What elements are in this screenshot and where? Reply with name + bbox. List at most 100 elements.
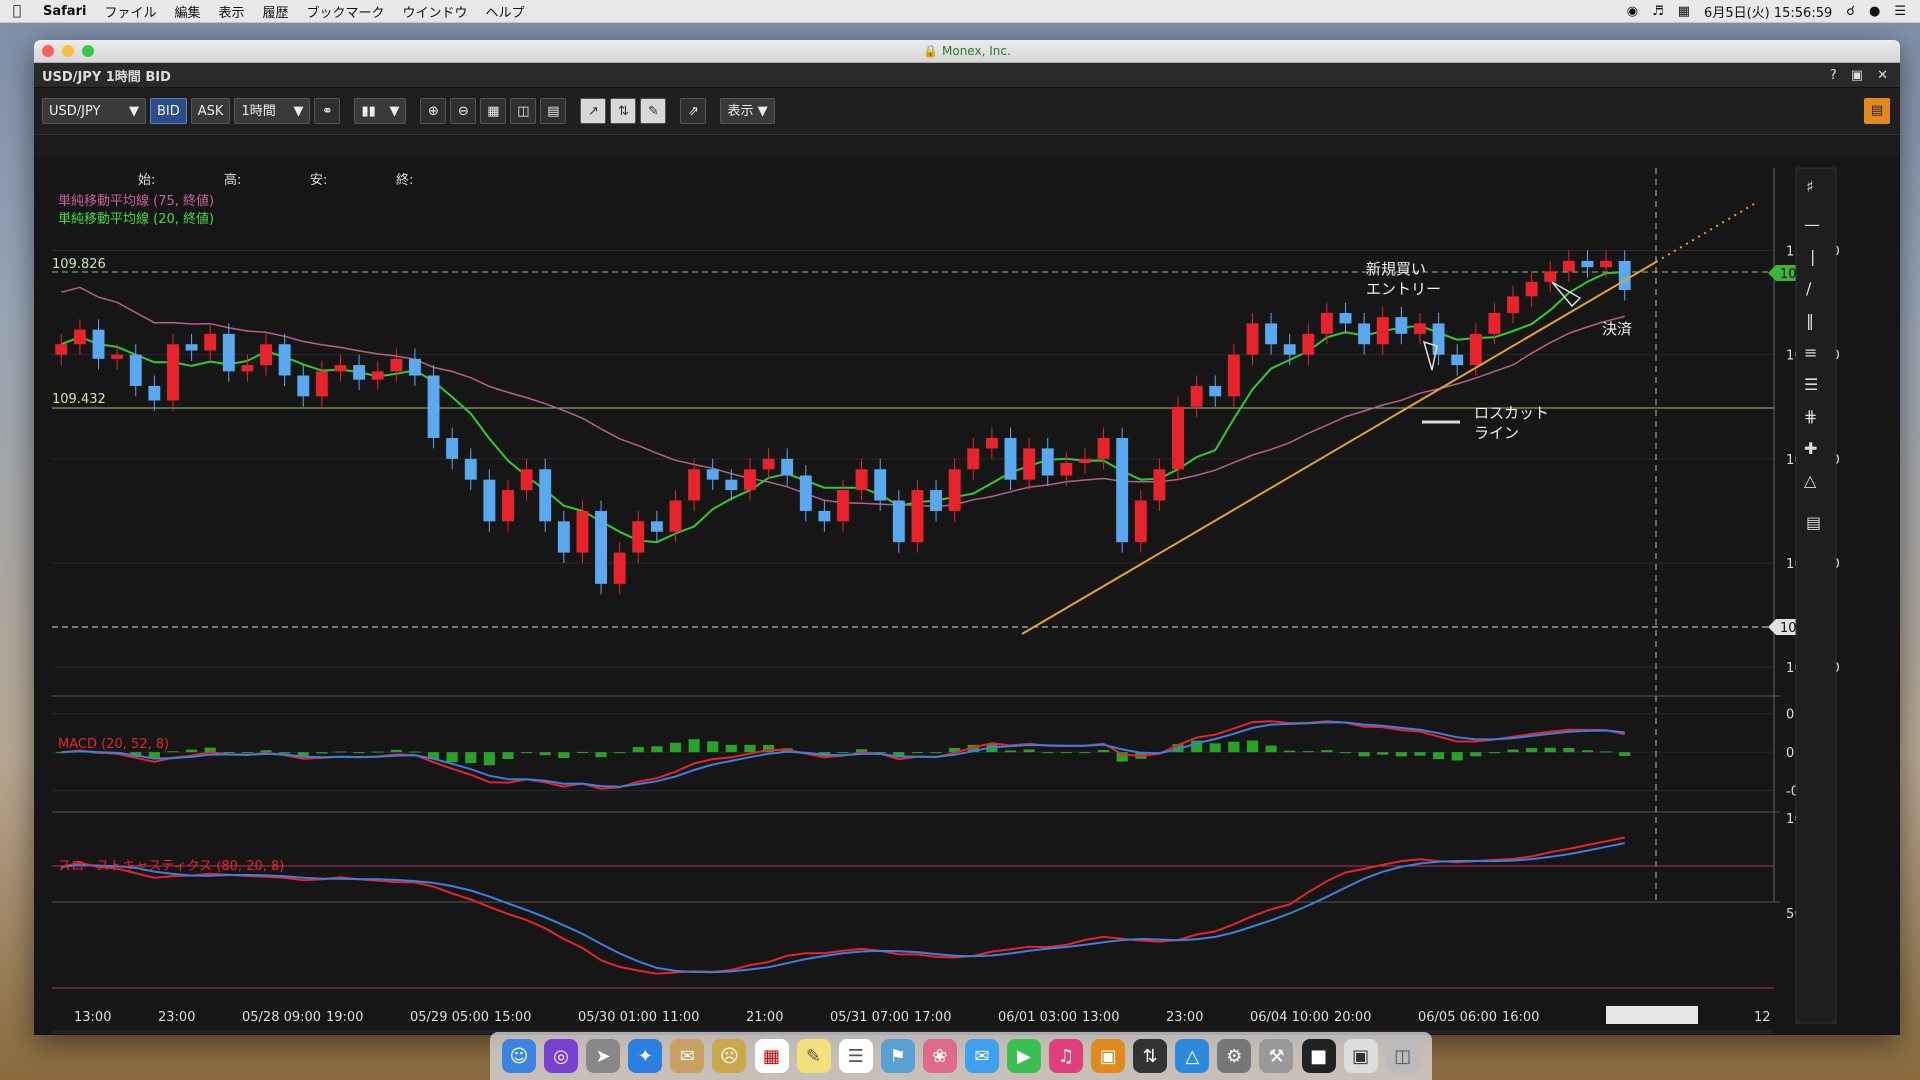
chevron-down-icon: ▼ [293, 104, 304, 119]
close-icon[interactable]: ✕ [1877, 68, 1888, 83]
time-tick-label: 23:00 [1166, 1010, 1203, 1025]
gann-tool-icon[interactable]: ☰ [1804, 375, 1818, 394]
menubar-clock[interactable]: 6月5日(火) 15:56:59 [1704, 2, 1832, 21]
macd-hist-bar [1432, 752, 1445, 760]
messages-icon[interactable]: ✉ [964, 1039, 999, 1073]
chart-type-select[interactable]: ▮▮ ▼ [354, 98, 407, 124]
contacts-icon[interactable]: ☹ [712, 1039, 747, 1073]
display-menu-button[interactable]: 表示 ▼ [720, 98, 775, 124]
zoom-out-icon[interactable]: ⊖ [450, 98, 477, 124]
reminders-icon[interactable]: ☰ [838, 1039, 873, 1073]
app-store-icon[interactable]: △ [1175, 1039, 1210, 1073]
menu-app-safari[interactable]: Safari [34, 4, 95, 19]
ibooks-icon[interactable]: ▣ [1091, 1039, 1126, 1073]
channel-tool-icon[interactable]: ‖ [1806, 311, 1814, 330]
interval-select[interactable]: 1時間 ▼ [234, 98, 311, 124]
macd-hist-bar [1023, 749, 1035, 753]
drawing-icon[interactable]: ✎ [640, 98, 667, 124]
menu-edit[interactable]: 編集 [165, 2, 209, 21]
compare-icon[interactable]: ⇅ [610, 98, 637, 124]
shape-tool-icon[interactable]: △ [1804, 471, 1817, 490]
notes-icon[interactable]: ✎ [796, 1039, 831, 1073]
photos-icon[interactable]: ❀ [922, 1039, 957, 1073]
entry-annotation-line2: エントリー [1366, 280, 1441, 298]
trash-icon[interactable]: ▤ [1806, 513, 1821, 532]
candle-body [390, 358, 403, 372]
candle-body [874, 469, 887, 501]
help-icon[interactable]: ? [1830, 68, 1837, 83]
symbol-select[interactable]: USD/JPY ▼ [42, 98, 146, 124]
candle-body [632, 521, 645, 553]
horizontal-line-tool-icon[interactable]: — [1804, 215, 1820, 234]
menu-file[interactable]: ファイル [95, 2, 165, 21]
itunes-icon[interactable]: ♫ [1049, 1039, 1084, 1073]
wifi-icon[interactable]: ◉ [1627, 4, 1638, 19]
split-horizontal-icon[interactable]: ▤ [540, 98, 567, 124]
macd-hist-bar [502, 752, 514, 759]
menu-help[interactable]: ヘルプ [477, 2, 534, 21]
macd-hist-bar [1302, 751, 1314, 753]
ask-button[interactable]: ASK [190, 98, 231, 124]
pitchfork-tool-icon[interactable]: ⋕ [1804, 407, 1817, 426]
fit-icon[interactable]: ▦ [480, 98, 507, 124]
candle-body [241, 365, 254, 372]
zoom-in-icon[interactable]: ⊕ [420, 98, 447, 124]
candle-body [1432, 323, 1445, 355]
apple-menu-icon[interactable]:  [0, 3, 34, 19]
facetime-icon[interactable]: ▶ [1006, 1039, 1041, 1073]
volume-icon[interactable]: ♬ [1652, 4, 1664, 19]
candle-body [1116, 438, 1129, 543]
safari-icon[interactable]: ✦ [628, 1039, 663, 1073]
stocks-icon[interactable]: ⇅ [1133, 1039, 1168, 1073]
maps-icon[interactable]: ⚑ [880, 1039, 915, 1073]
time-tick-label: 17:00 [914, 1010, 951, 1025]
candle-body [1302, 333, 1315, 355]
menu-view[interactable]: 表示 [209, 2, 253, 21]
popout-icon[interactable]: ⇗ [680, 98, 707, 124]
macd-hist-bar [223, 751, 235, 753]
link-icon[interactable]: ⚭ [314, 98, 341, 124]
fibonacci-tool-icon[interactable]: ≡ [1804, 343, 1817, 362]
terminal-icon[interactable]: ■ [1301, 1039, 1336, 1073]
candle-body [1023, 448, 1036, 480]
chart-area[interactable]: 始: 高: 安: 終: 単純移動平均線 (75, 終値) 単純移動平均線 (20… [34, 158, 1900, 1035]
alert-bell-icon[interactable]: ♯ [1806, 177, 1814, 196]
candle-body [464, 458, 477, 480]
calendar-icon[interactable]: ▦ [754, 1039, 789, 1073]
vertical-line-tool-icon[interactable]: | [1810, 247, 1815, 266]
chart-svg[interactable]: 始: 高: 安: 終: 単純移動平均線 (75, 終値) 単純移動平均線 (20… [34, 158, 1900, 1035]
input-method-icon[interactable]: ▦ [1678, 4, 1690, 19]
sma20-legend: 単純移動平均線 (20, 終値) [58, 211, 214, 227]
maximize-icon[interactable]: ▣ [1851, 68, 1863, 83]
mail-icon[interactable]: ✉ [670, 1039, 705, 1073]
siri-icon[interactable]: ● [1869, 4, 1880, 19]
macd-hist-bar [1246, 740, 1259, 753]
candle-body [1004, 438, 1017, 480]
split-vertical-icon[interactable]: ◫ [510, 98, 537, 124]
macd-hist-bar [390, 749, 402, 753]
drawing-toolbar: ♯ — | ∕ ‖ ≡ ☰ ⋕ ✚ △ ▤ [1795, 167, 1837, 1024]
trash-dock-icon[interactable]: ◫ [1385, 1039, 1420, 1073]
siri-dock-icon[interactable]: ◎ [544, 1039, 579, 1073]
spotlight-search-icon[interactable]: ☌ [1846, 4, 1855, 19]
macd-hist-bar [279, 752, 291, 754]
chart-settings-icon[interactable]: ▤ [1864, 98, 1890, 124]
notification-center-icon[interactable]: ☰ [1894, 4, 1906, 19]
menu-window[interactable]: ウインドウ [394, 2, 477, 21]
add-indicator-icon[interactable]: ↗ [580, 98, 607, 124]
launchpad-icon[interactable]: ➤ [586, 1039, 621, 1073]
candle-body [1060, 463, 1073, 476]
candle-body [1507, 296, 1519, 313]
system-preferences-icon[interactable]: ⚙ [1217, 1039, 1252, 1073]
bid-button[interactable]: BID [150, 98, 187, 124]
macd-hist-bar [930, 752, 942, 754]
browser-window: 🔒 Monex, Inc. USD/JPY 1時間 BID ? ▣ ✕ USD/… [34, 40, 1900, 1035]
finder-icon[interactable]: ☺ [502, 1039, 537, 1073]
menu-bookmarks[interactable]: ブックマーク [298, 2, 394, 21]
utilities-icon[interactable]: ⚒ [1259, 1039, 1294, 1073]
interval-value: 1時間 [241, 104, 276, 119]
window-thumbnail-icon[interactable]: ▣ [1343, 1039, 1378, 1073]
menu-history[interactable]: 履歴 [253, 2, 297, 21]
trendline-tool-icon[interactable]: ∕ [1806, 279, 1812, 298]
crosshair-tool-icon[interactable]: ✚ [1804, 439, 1817, 458]
